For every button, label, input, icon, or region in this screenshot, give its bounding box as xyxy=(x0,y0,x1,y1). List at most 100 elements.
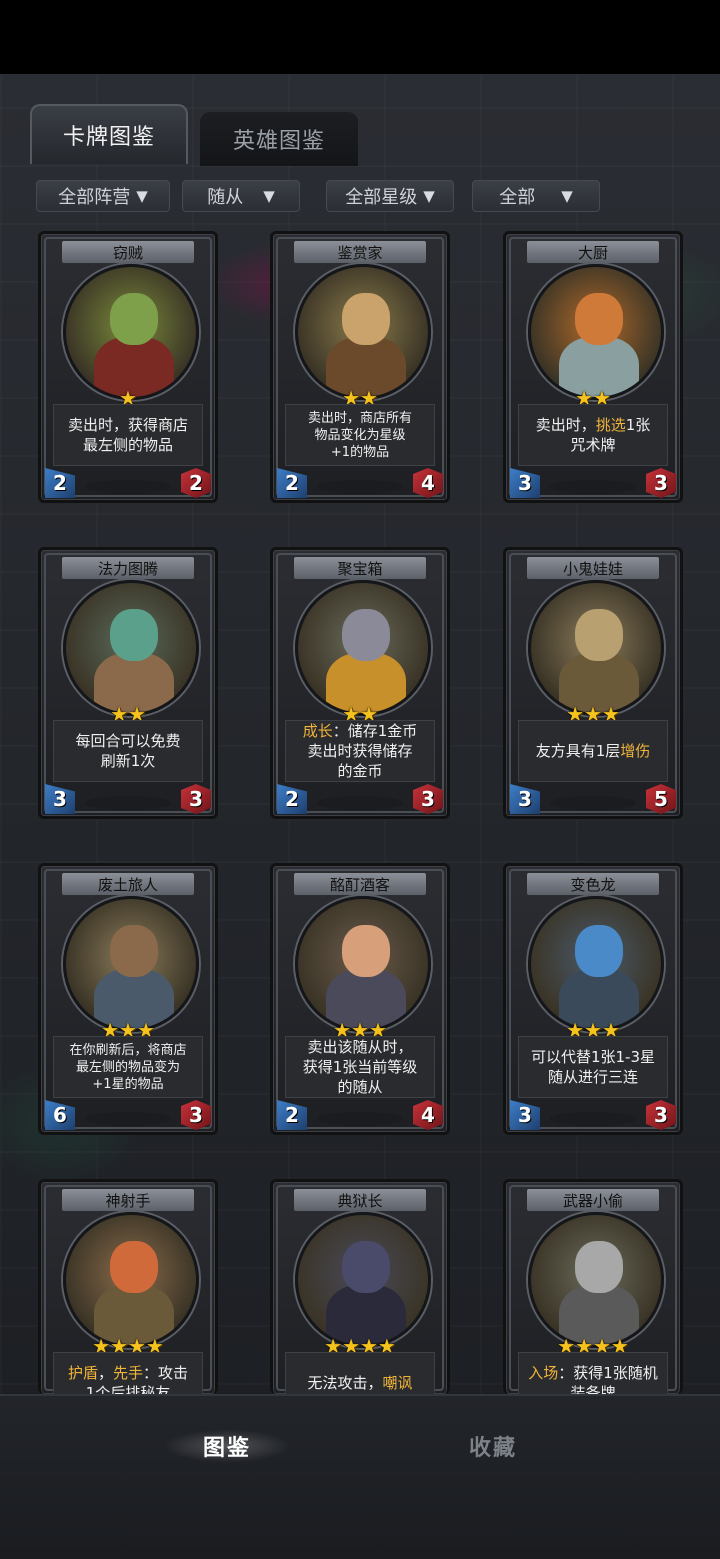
category-filter-label: 全部 xyxy=(499,187,536,208)
description-text: 卖出该随从时， xyxy=(307,1038,413,1056)
card-base-plate xyxy=(85,480,171,494)
card-1[interactable]: 窃贼 ★ 卖出时，获得商店 最左侧的物品 2 2 xyxy=(38,231,218,503)
description-text: 卖出时，获得商店 xyxy=(67,416,188,434)
card-name: 武器小偷 xyxy=(526,1188,660,1212)
card-portrait xyxy=(528,580,664,716)
description-line: 入场：获得1张随机 xyxy=(528,1363,658,1383)
description-line: 的随从 xyxy=(337,1077,382,1097)
card-11[interactable]: 典狱长 ★★★★ 无法攻击，嘲讽 xyxy=(270,1179,450,1394)
description-line: 护盾，先手：攻击 xyxy=(68,1363,188,1383)
description-line: 最左侧的物品 xyxy=(83,435,173,455)
card-description: 成长：储存1金币 卖出时获得储存 的金币 xyxy=(285,720,435,782)
card-3[interactable]: 大厨 ★★ 卖出时，挑选1张 咒术牌 3 3 xyxy=(503,231,683,503)
card-portrait xyxy=(295,580,431,716)
keyword-text: 成长 xyxy=(302,722,333,740)
card-portrait xyxy=(295,264,431,400)
card-portrait xyxy=(63,1212,199,1348)
tab-card-codex[interactable]: 卡牌图鉴 xyxy=(30,104,188,164)
health-stat: 3 xyxy=(181,784,211,814)
card-9[interactable]: 变色龙 ★★★ 可以代替1张1-3星 随从进行三连 3 3 xyxy=(503,863,683,1135)
card-name: 窃贼 xyxy=(61,240,195,264)
description-line: 无法攻击，嘲讽 xyxy=(307,1373,412,1393)
description-text: 咒术牌 xyxy=(570,436,616,454)
description-text: 1张 xyxy=(625,416,651,434)
description-text: 最左侧的物品 xyxy=(82,436,173,454)
card-7[interactable]: 废土旅人 ★★★ 在你刷新后，将商店 最左侧的物品变为 +1星的物品 6 3 xyxy=(38,863,218,1135)
description-line: 每回合可以免费 xyxy=(75,731,180,751)
description-text: 卖出时， xyxy=(535,416,596,434)
card-name: 大厨 xyxy=(526,240,660,264)
card-4[interactable]: 法力图腾 ★★ 每回合可以免费 刷新1次 3 3 xyxy=(38,547,218,819)
card-2[interactable]: 鉴赏家 ★★ 卖出时，商店所有 物品变化为星级 +1的物品 2 4 xyxy=(270,231,450,503)
card-description: 入场：获得1张随机 装备牌 xyxy=(518,1352,668,1394)
nav-collection[interactable]: 收藏 xyxy=(408,1424,578,1468)
card-name: 小鬼娃娃 xyxy=(526,556,660,580)
description-line: 可以代替1张1-3星 xyxy=(531,1047,655,1067)
card-description: 卖出时，挑选1张 咒术牌 xyxy=(518,404,668,466)
description-text: 的金币 xyxy=(337,762,383,780)
description-text: 在你刷新后，将商店 xyxy=(69,1042,187,1058)
nav-codex[interactable]: 图鉴 xyxy=(142,1424,312,1468)
description-text: 卖出时，商店所有 xyxy=(307,410,412,426)
character-head-shape xyxy=(342,1241,390,1293)
card-5[interactable]: 聚宝箱 ★★ 成长：储存1金币 卖出时获得储存 的金币 2 3 xyxy=(270,547,450,819)
description-text: 刷新1次 xyxy=(100,752,156,770)
card-description: 在你刷新后，将商店 最左侧的物品变为 +1星的物品 xyxy=(53,1036,203,1098)
description-line: 随从进行三连 xyxy=(548,1067,638,1087)
card-description: 可以代替1张1-3星 随从进行三连 xyxy=(518,1036,668,1098)
description-line: 卖出时，挑选1张 xyxy=(536,415,651,435)
description-line: 咒术牌 xyxy=(570,435,615,455)
card-12[interactable]: 武器小偷 ★★★★ 入场：获得1张随机 装备牌 xyxy=(503,1179,683,1394)
keyword-text: 增伤 xyxy=(620,742,651,760)
faction-filter-dropdown[interactable]: 全部阵营 ▼ xyxy=(36,180,170,212)
card-description: 无法攻击，嘲讽 xyxy=(285,1352,435,1394)
description-line: 卖出时，商店所有 xyxy=(308,410,412,427)
character-head-shape xyxy=(110,925,158,977)
description-text: 随从进行三连 xyxy=(547,1068,638,1086)
tab-hero-codex[interactable]: 英雄图鉴 xyxy=(200,112,358,166)
card-portrait xyxy=(528,896,664,1032)
type-filter-label: 随从 xyxy=(207,187,244,208)
card-portrait xyxy=(295,1212,431,1348)
card-name: 变色龙 xyxy=(526,872,660,896)
health-stat: 3 xyxy=(646,1100,676,1130)
card-base-plate xyxy=(317,796,403,810)
star-filter-dropdown[interactable]: 全部星级 ▼ xyxy=(326,180,454,212)
card-base-plate xyxy=(85,796,171,810)
keyword-text: 护盾 xyxy=(67,1364,98,1382)
card-description: 每回合可以免费 刷新1次 xyxy=(53,720,203,782)
card-name: 酩酊酒客 xyxy=(293,872,427,896)
description-line: 1个后排秘友 xyxy=(86,1383,171,1394)
description-text: +1星的物品 xyxy=(92,1076,164,1092)
card-10[interactable]: 神射手 ★★★★ 护盾，先手：攻击 1个后排秘友 xyxy=(38,1179,218,1394)
description-text: 卖出时获得储存 xyxy=(307,742,413,760)
description-text: 的随从 xyxy=(337,1078,383,1096)
description-text: 1个后排秘友 xyxy=(85,1384,171,1394)
card-portrait xyxy=(63,264,199,400)
bottom-navigation xyxy=(0,1394,720,1559)
description-line: 成长：储存1金币 xyxy=(303,721,418,741)
description-line: 卖出时，获得商店 xyxy=(68,415,188,435)
card-portrait xyxy=(528,1212,664,1348)
health-stat: 5 xyxy=(646,784,676,814)
health-stat: 2 xyxy=(181,468,211,498)
card-name: 聚宝箱 xyxy=(293,556,427,580)
card-6[interactable]: 小鬼娃娃 ★★★ 友方具有1层增伤 3 5 xyxy=(503,547,683,819)
description-line: 的金币 xyxy=(337,761,382,781)
description-text: ：获得1张随机 xyxy=(558,1364,658,1382)
type-filter-dropdown[interactable]: 随从 ▼ xyxy=(182,180,300,212)
character-head-shape xyxy=(575,609,623,661)
character-head-shape xyxy=(110,609,158,661)
card-portrait xyxy=(63,896,199,1032)
description-line: 装备牌 xyxy=(570,1383,615,1394)
category-filter-dropdown[interactable]: 全部 ▼ xyxy=(472,180,600,212)
character-head-shape xyxy=(342,293,390,345)
description-text: 每回合可以免费 xyxy=(75,732,181,750)
card-portrait xyxy=(528,264,664,400)
description-text: ：攻击 xyxy=(143,1364,189,1382)
character-head-shape xyxy=(110,1241,158,1293)
card-8[interactable]: 酩酊酒客 ★★★ 卖出该随从时， 获得1张当前等级 的随从 2 4 xyxy=(270,863,450,1135)
card-description: 卖出时，获得商店 最左侧的物品 xyxy=(53,404,203,466)
description-line: 卖出该随从时， xyxy=(307,1037,412,1057)
health-stat: 4 xyxy=(413,1100,443,1130)
